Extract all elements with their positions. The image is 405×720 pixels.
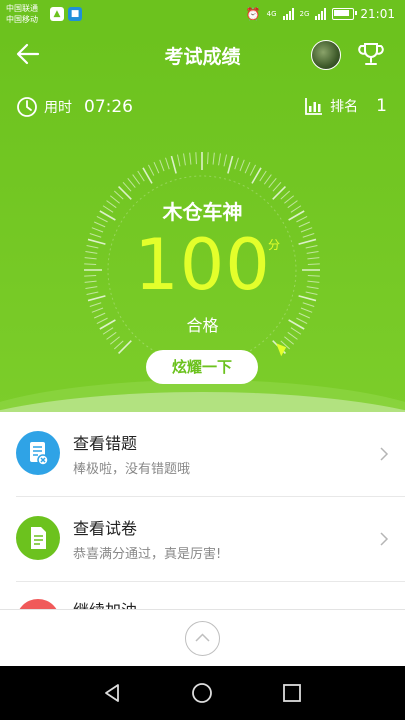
battery-icon [332, 8, 358, 20]
carrier-info: 中国联通 中国移动 [6, 3, 38, 25]
clock-icon [17, 97, 37, 117]
carrier-2: 中国移动 [6, 15, 38, 24]
score-value: 100 [134, 224, 271, 306]
recent-apps-icon[interactable] [281, 682, 303, 704]
list-item-subtitle: 恭喜满分通过，真是厉害! [73, 547, 222, 562]
bar-chart-icon [305, 98, 323, 115]
list-item-subtitle: 棒极啦，没有错题哦 [73, 462, 191, 477]
notification-a-icon: ▲ [50, 7, 64, 21]
list-item-keep-going[interactable]: 继续加油 [16, 580, 405, 610]
notification-app-icon: ■ [68, 7, 82, 21]
list-item-wrong-questions[interactable]: 查看错题 棒极啦，没有错题哦 [16, 412, 405, 497]
wrong-questions-icon [16, 431, 60, 475]
action-list: 查看错题 棒极啦，没有错题哦 查看试卷 恭喜满分通过，真是厉害! [0, 412, 405, 582]
alarm-icon: ⏰ [245, 7, 261, 21]
pass-status: 合格 [186, 316, 219, 335]
chevron-right-icon [380, 447, 389, 461]
network-1-label: 4G [266, 10, 277, 18]
header: 考试成绩 [0, 30, 405, 78]
carrier-1: 中国联通 [6, 4, 38, 13]
bottom-bar [0, 609, 405, 667]
score-unit: 分 [268, 238, 281, 252]
status-bar: 中国联通 中国移动 ▲ ■ ⏰ 4G 2G 21:01 [0, 0, 405, 30]
dial-pointer [276, 343, 287, 357]
ranking[interactable]: 排名 1 [304, 96, 387, 116]
list-item-exam-paper[interactable]: 查看试卷 恭喜满分通过，真是厉害! [16, 497, 405, 582]
home-circle-icon[interactable] [191, 682, 213, 704]
trophy-icon[interactable] [357, 40, 385, 68]
time-label: 用时 [44, 100, 72, 116]
username: 木仓车神 [162, 200, 243, 224]
list-item-title: 查看错题 [73, 434, 138, 453]
list-item-title: 查看试卷 [73, 519, 138, 538]
expand-up-icon[interactable] [185, 621, 220, 656]
signal-1-icon [282, 8, 294, 20]
rank-label: 排名 [330, 99, 359, 115]
page-title: 考试成绩 [164, 46, 241, 68]
rank-value: 1 [376, 96, 387, 116]
network-2-label: 2G [299, 10, 310, 18]
score-panel: 考试成绩 用时 07:26 排名 1 木仓车神 100 分 合格 炫耀一下 [0, 30, 405, 412]
status-indicators: ⏰ 4G 2G 21:01 [246, 7, 395, 21]
time-value: 07:26 [84, 97, 133, 117]
share-button[interactable]: 炫耀一下 [146, 350, 258, 384]
time-used: 用时 07:26 [16, 96, 133, 118]
chevron-right-icon [380, 532, 389, 546]
back-triangle-icon[interactable] [101, 682, 123, 704]
signal-2-icon [315, 8, 327, 20]
exam-paper-icon [16, 516, 60, 560]
clock: 21:01 [360, 7, 395, 21]
system-nav-bar [0, 666, 405, 720]
avatar[interactable] [311, 40, 341, 70]
